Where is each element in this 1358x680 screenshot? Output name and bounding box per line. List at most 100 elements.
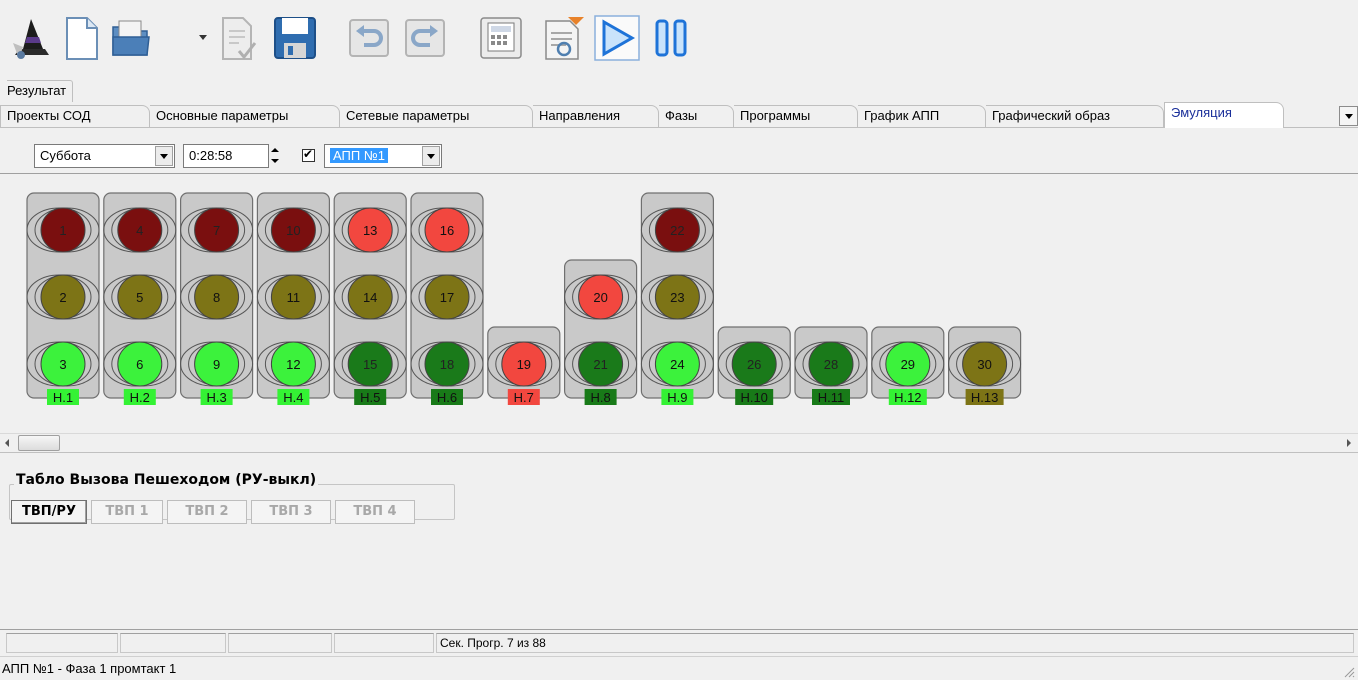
- scroll-left-icon[interactable]: [5, 439, 9, 447]
- lamp-number: 26: [747, 357, 761, 372]
- redo-button[interactable]: [402, 14, 448, 62]
- time-value: 0:28:58: [189, 148, 233, 163]
- new-document-icon: [66, 17, 98, 60]
- status-bar: Сек. Прогр. 7 из 88: [0, 629, 1358, 654]
- resize-grip-icon[interactable]: [1343, 666, 1355, 678]
- time-spinner[interactable]: [267, 144, 283, 168]
- edit-button[interactable]: [214, 14, 260, 62]
- day-select-value: Суббота: [40, 148, 91, 163]
- lamp-number: 24: [670, 357, 684, 372]
- lamp-number: 16: [440, 223, 454, 238]
- signal-label: Н.12: [894, 390, 921, 405]
- edit-document-icon: [222, 17, 257, 60]
- signal-heads-canvas: 123Н.1456Н.2789Н.3101112Н.4131415Н.51617…: [26, 192, 1022, 405]
- toolbar: [0, 0, 1358, 66]
- dropdown-arrow-icon: [199, 35, 207, 40]
- lamp-number: 19: [517, 357, 531, 372]
- emulation-controls: Суббота 0:28:58 АПП №1: [0, 127, 1358, 173]
- lamp-number: 6: [136, 357, 143, 372]
- status-panel-3: [228, 633, 332, 653]
- lamp-number: 15: [363, 357, 377, 372]
- signal-label: Н.8: [590, 390, 610, 405]
- tab-directions[interactable]: Направления: [533, 105, 659, 127]
- pause-button[interactable]: [648, 14, 694, 62]
- tab-app-schedule[interactable]: График АПП: [858, 105, 986, 127]
- lamp-number: 1: [59, 223, 66, 238]
- calculator-button[interactable]: [478, 14, 524, 62]
- status-phase-text: АПП №1 - Фаза 1 промтакт 1: [2, 661, 177, 676]
- lamp-number: 23: [670, 290, 684, 305]
- lamp-number: 18: [440, 357, 454, 372]
- signal-label: Н.5: [360, 390, 380, 405]
- lamp-number: 22: [670, 223, 684, 238]
- tab-graphic-image[interactable]: Графический образ: [986, 105, 1164, 127]
- lamp-number: 17: [440, 290, 454, 305]
- signal-label: Н.1: [53, 390, 73, 405]
- scrollbar-thumb[interactable]: [18, 435, 60, 451]
- chevron-down-icon[interactable]: [155, 146, 173, 166]
- tab-phases[interactable]: Фазы: [659, 105, 734, 127]
- lamp-number: 4: [136, 223, 143, 238]
- report-icon: [545, 17, 584, 60]
- status-program: Сек. Прогр. 7 из 88: [436, 633, 1354, 653]
- lamp-number: 8: [213, 290, 220, 305]
- signal-label: Н.10: [740, 390, 767, 405]
- chevron-down-icon[interactable]: [422, 146, 440, 166]
- lamp-number: 13: [363, 223, 377, 238]
- lamp-number: 14: [363, 290, 377, 305]
- tvp-2-button[interactable]: ТВП 2: [167, 500, 247, 524]
- report-button[interactable]: [540, 14, 586, 62]
- spin-up-icon[interactable]: [267, 144, 283, 156]
- save-button[interactable]: [272, 14, 318, 62]
- new-file-button[interactable]: [58, 14, 104, 62]
- open-file-button[interactable]: [108, 14, 154, 62]
- emulation-panel: 1 2 3 Н.1 4 5 6 Н.2 7 8 9 Н.3 10 11 12 Н.4 13 14 15 Н.5 16 17…: [0, 173, 1358, 463]
- tab-overflow-button[interactable]: [1339, 106, 1358, 126]
- signal-label: Н.13: [971, 390, 998, 405]
- lamp-number: 9: [213, 357, 220, 372]
- tab-strip: Проекты СОД Основные параметры Сетевые п…: [0, 101, 1340, 128]
- tvp-4-button[interactable]: ТВП 4: [335, 500, 415, 524]
- tvp-3-button[interactable]: ТВП 3: [251, 500, 331, 524]
- lamp-number: 3: [59, 357, 66, 372]
- undo-button[interactable]: [346, 14, 392, 62]
- day-select[interactable]: Суббота: [34, 144, 175, 168]
- tab-main-params[interactable]: Основные параметры: [150, 105, 340, 127]
- status-panel-4: [334, 633, 434, 653]
- app-enable-checkbox[interactable]: [302, 147, 315, 162]
- wizard-icon: [13, 19, 49, 59]
- scroll-right-icon[interactable]: [1347, 439, 1351, 447]
- play-button[interactable]: [594, 14, 640, 62]
- open-folder-icon: [112, 20, 150, 56]
- signal-label: Н.3: [206, 390, 226, 405]
- tvp-ru-button[interactable]: ТВП/РУ: [11, 500, 87, 524]
- status-panel-1: [6, 633, 118, 653]
- pause-icon: [655, 19, 687, 57]
- tab-projects[interactable]: Проекты СОД: [0, 105, 150, 127]
- horizontal-scrollbar[interactable]: [0, 433, 1358, 453]
- lamp-number: 7: [213, 223, 220, 238]
- status-line: АПП №1 - Фаза 1 промтакт 1: [0, 656, 1358, 680]
- tab-result[interactable]: Результат: [7, 80, 74, 102]
- open-dropdown-button[interactable]: [198, 30, 208, 44]
- spin-down-icon[interactable]: [267, 156, 283, 168]
- signal-label: Н.11: [818, 390, 845, 405]
- play-icon: [594, 15, 640, 61]
- lamp-number: 28: [824, 357, 838, 372]
- lamp-number: 21: [593, 357, 607, 372]
- signal-label: Н.7: [514, 390, 534, 405]
- signal-label: Н.4: [283, 390, 303, 405]
- time-input[interactable]: 0:28:58: [183, 144, 269, 168]
- tab-programs[interactable]: Программы: [734, 105, 858, 127]
- tvp-1-button[interactable]: ТВП 1: [91, 500, 163, 524]
- app-select[interactable]: АПП №1: [324, 144, 442, 168]
- lamp-number: 2: [59, 290, 66, 305]
- lamp-number: 20: [593, 290, 607, 305]
- tab-emulation[interactable]: Эмуляция: [1164, 102, 1284, 128]
- lamp-number: 29: [901, 357, 915, 372]
- signal-label: Н.6: [437, 390, 457, 405]
- pedestrian-call-title: Табло Вызова Пешеходом (РУ-выкл): [14, 472, 319, 488]
- lamp-number: 10: [286, 223, 300, 238]
- tab-network-params[interactable]: Сетевые параметры: [340, 105, 533, 127]
- wizard-button[interactable]: [8, 14, 54, 62]
